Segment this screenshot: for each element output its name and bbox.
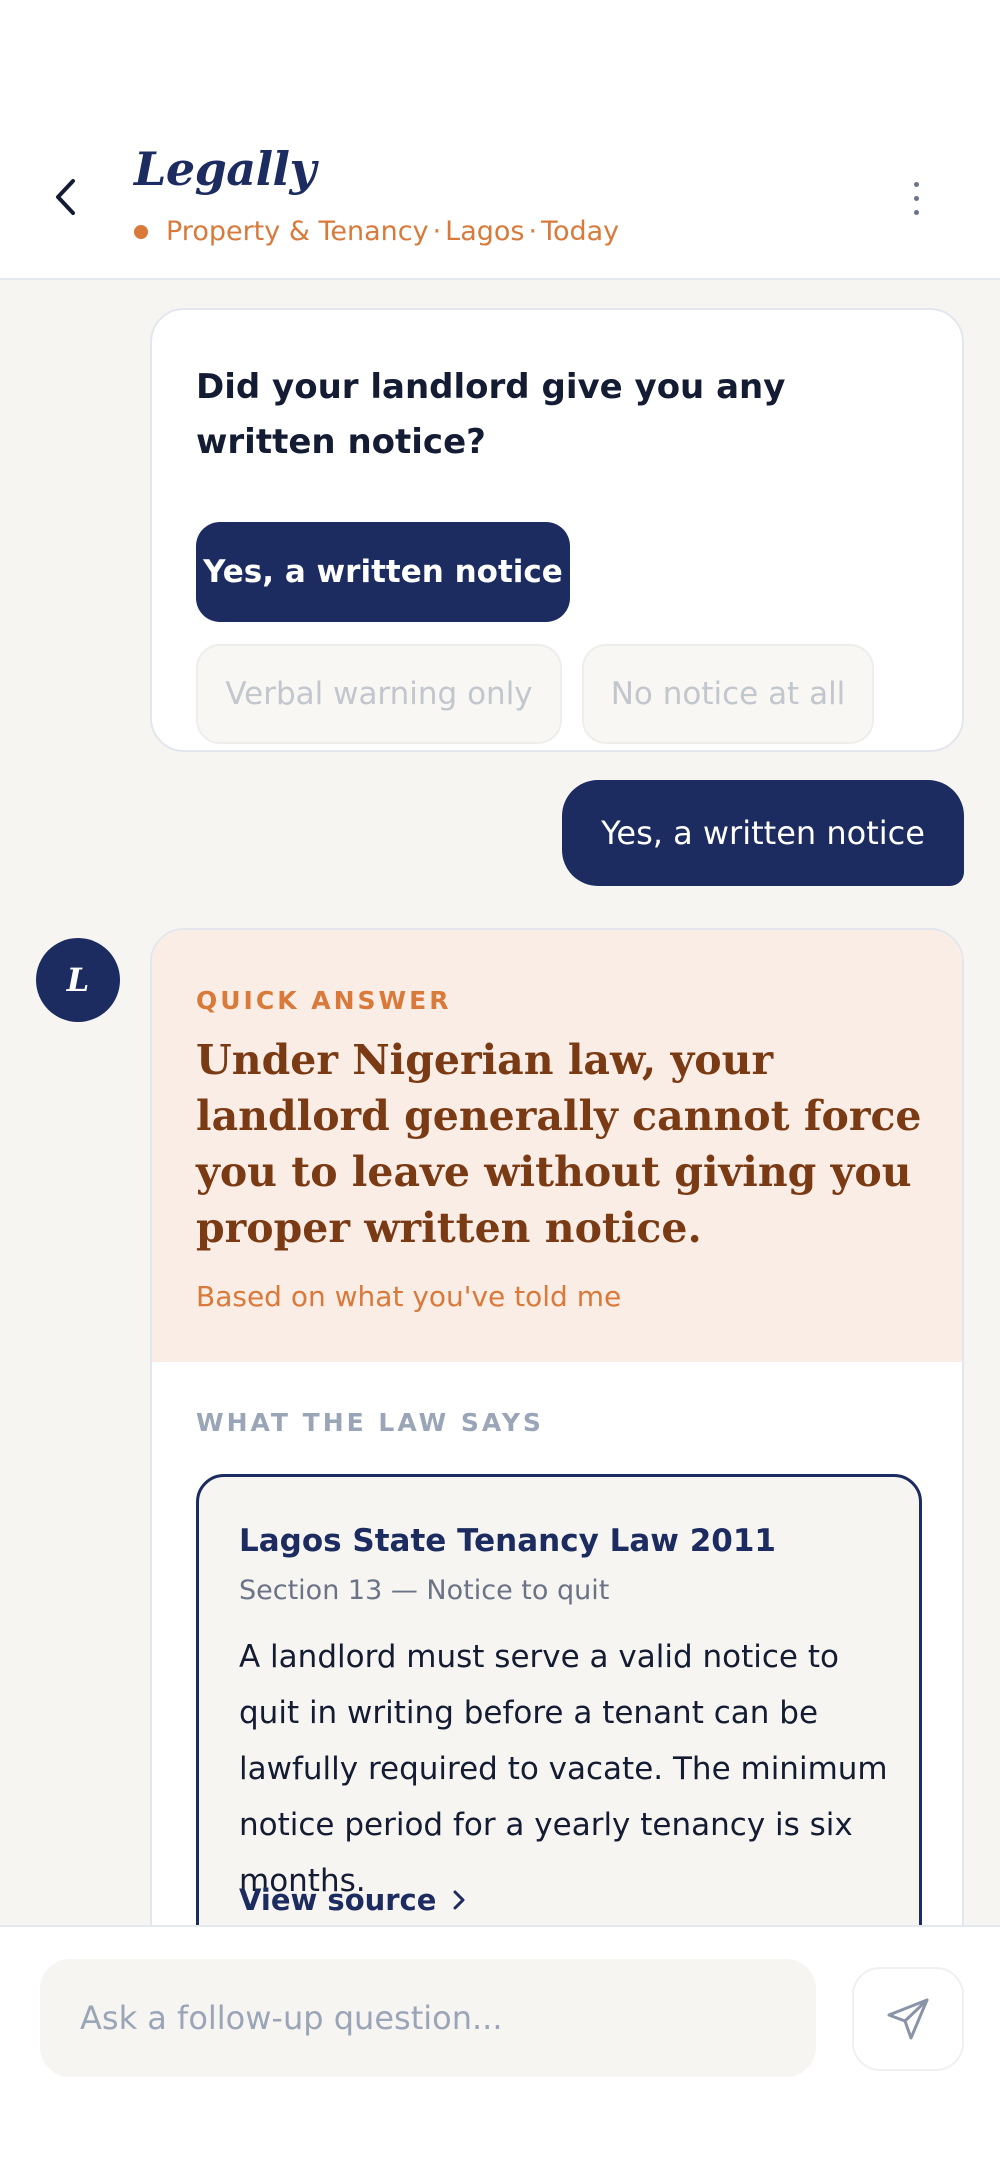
- chevron-left-icon: [56, 179, 75, 215]
- context-location: Lagos: [445, 216, 525, 247]
- context-date: Today: [541, 216, 620, 247]
- option-verbal-warning[interactable]: Verbal warning only: [196, 644, 562, 744]
- send-button[interactable]: [852, 1967, 964, 2071]
- quick-answer-text: Under Nigerian law, your landlord genera…: [196, 1036, 922, 1252]
- chat-thread[interactable]: Did your landlord give you any written n…: [0, 280, 1000, 1925]
- composer-bar: Ask a follow-up question...: [0, 1925, 1000, 2178]
- context-separator: ·: [528, 216, 538, 247]
- user-message-bubble: Yes, a written notice: [562, 780, 964, 886]
- app-header: Legally Property & Tenancy · Lagos · Tod…: [0, 0, 1000, 280]
- chevron-right-icon: [453, 1890, 465, 1910]
- law-section-ref: Section 13 — Notice to quit: [239, 1575, 610, 1606]
- view-source-link[interactable]: View source: [239, 1883, 466, 1917]
- law-citation-card: Lagos State Tenancy Law 2011 Section 13 …: [196, 1474, 922, 1925]
- law-excerpt: A landlord must serve a valid notice to …: [239, 1639, 888, 1899]
- quick-answer-section: QUICK ANSWER Under Nigerian law, your la…: [152, 930, 962, 1362]
- view-source-label: View source: [239, 1883, 437, 1917]
- app-title: Legally: [134, 142, 316, 196]
- question-text: Did your landlord give you any written n…: [196, 367, 786, 462]
- law-title: Lagos State Tenancy Law 2011: [239, 1523, 776, 1559]
- answer-card: QUICK ANSWER Under Nigerian law, your la…: [150, 928, 964, 1925]
- quick-answer-label: QUICK ANSWER: [196, 986, 452, 1015]
- conversation-context: Property & Tenancy · Lagos · Today: [134, 216, 619, 247]
- question-card: Did your landlord give you any written n…: [150, 308, 964, 752]
- follow-up-input[interactable]: Ask a follow-up question...: [40, 1959, 816, 2077]
- back-button[interactable]: [44, 170, 88, 224]
- option-no-notice[interactable]: No notice at all: [582, 644, 874, 744]
- send-icon: [887, 1998, 929, 2040]
- context-category: Property & Tenancy: [166, 216, 429, 247]
- quick-answer-note: Based on what you've told me: [196, 1280, 622, 1313]
- option-written-notice[interactable]: Yes, a written notice: [196, 522, 570, 622]
- context-separator: ·: [432, 216, 442, 247]
- more-options-icon[interactable]: [896, 170, 936, 226]
- assistant-avatar: L: [36, 938, 120, 1022]
- law-section-label: WHAT THE LAW SAYS: [196, 1408, 544, 1437]
- status-dot-icon: [134, 224, 148, 239]
